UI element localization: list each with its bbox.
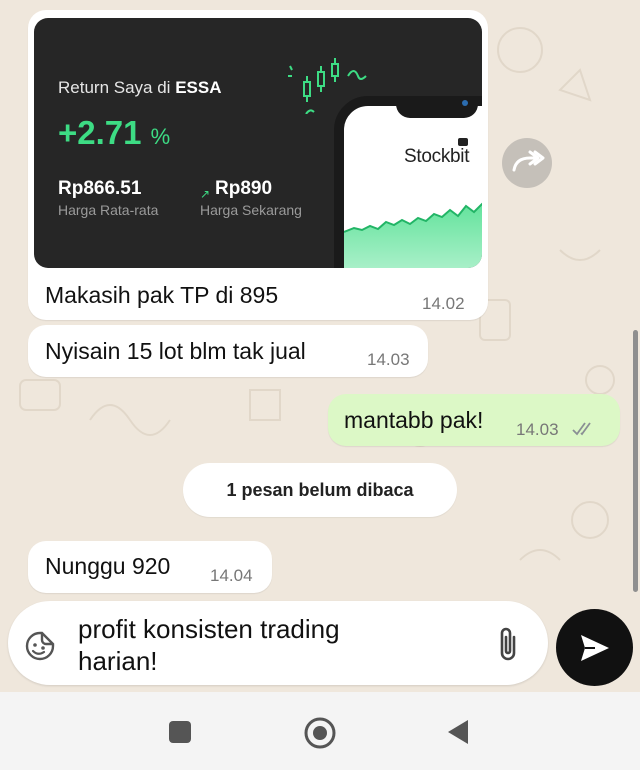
avg-price: Rp866.51 — [58, 178, 142, 199]
phone-mockup: Stockbit — [334, 96, 482, 268]
avg-price-label: Harga Rata-rata — [58, 202, 159, 218]
ticker-symbol: ESSA — [175, 78, 222, 97]
message-text: Nyisain 15 lot blm tak jual — [45, 338, 306, 364]
system-navigation-bar — [0, 692, 640, 770]
stockbit-return-card[interactable]: Return Saya di ESSA +2.71 % Rp866.51 Har… — [34, 18, 482, 268]
message-input[interactable]: profit konsisten trading harian! — [8, 601, 548, 685]
recents-button[interactable] — [169, 721, 191, 743]
sticker-icon[interactable] — [24, 630, 56, 662]
send-icon — [581, 635, 609, 661]
double-check-icon — [572, 422, 591, 436]
forward-icon — [512, 150, 545, 172]
message-text: Makasih pak TP di 895 — [45, 282, 279, 308]
scrollbar[interactable] — [633, 330, 638, 592]
current-price-label: Harga Sekarang — [200, 202, 302, 218]
price-area-chart — [344, 202, 482, 268]
up-arrow-icon: ↗ — [200, 187, 211, 201]
return-label: Return Saya di ESSA — [58, 78, 222, 97]
message-time: 14.03 — [516, 420, 559, 439]
message-time: 14.02 — [422, 294, 465, 313]
return-percentage: +2.71 % — [58, 114, 171, 151]
current-price: Rp890 — [215, 178, 273, 199]
unread-messages-banner: 1 pesan belum dibaca — [183, 463, 457, 517]
forward-button[interactable] — [502, 138, 552, 188]
back-button[interactable] — [446, 718, 470, 746]
stockbit-brand: Stockbit — [404, 146, 470, 167]
home-button[interactable] — [303, 716, 337, 750]
stockbit-logo-icon — [458, 138, 468, 146]
message-text: Nunggu 920 — [45, 553, 171, 579]
paperclip-icon[interactable] — [496, 625, 520, 663]
message-text: mantabb pak! — [344, 407, 484, 433]
send-button[interactable] — [556, 609, 633, 686]
message-input-text[interactable]: profit konsisten trading harian! — [78, 613, 478, 677]
message-time: 14.03 — [367, 350, 410, 369]
message-time: 14.04 — [210, 566, 253, 585]
